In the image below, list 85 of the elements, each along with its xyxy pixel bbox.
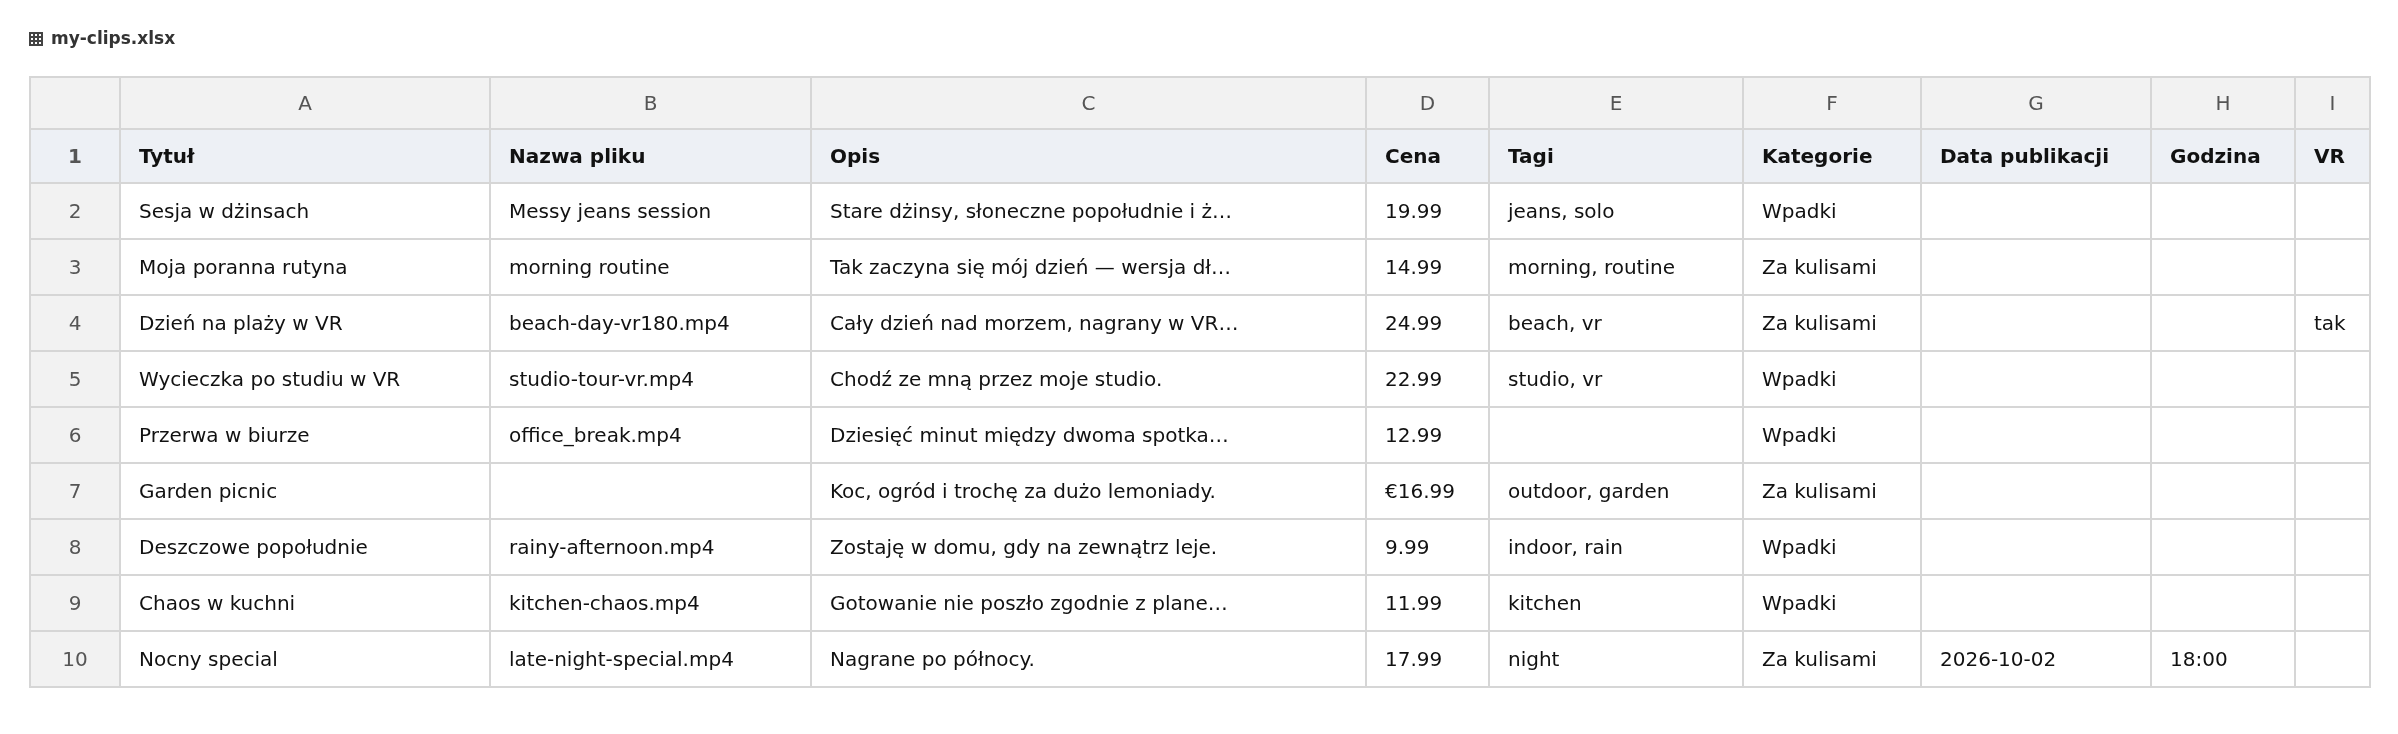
column-header[interactable]: B <box>490 76 811 129</box>
table-cell: rainy-afternoon.mp4 <box>490 518 811 575</box>
table-cell: Za kulisami <box>1743 294 1921 351</box>
header-cell: Kategorie <box>1743 128 1921 183</box>
header-cell: Nazwa pliku <box>490 128 811 183</box>
column-header[interactable]: I <box>2295 76 2370 129</box>
header-cell: Tytuł <box>120 128 490 183</box>
table-cell: tak <box>2295 294 2370 351</box>
row-number[interactable]: 1 <box>30 128 120 183</box>
table-cell: 12.99 <box>1366 406 1489 463</box>
table-cell: Deszczowe popołudnie <box>120 518 490 575</box>
table-cell: Za kulisami <box>1743 238 1921 295</box>
header-cell: Tagi <box>1489 128 1743 183</box>
table-cell: Chodź ze mną przez moje studio. <box>811 350 1366 407</box>
table-cell: late-night-special.mp4 <box>490 630 811 687</box>
table-cell: beach-day-vr180.mp4 <box>490 294 811 351</box>
column-header[interactable]: D <box>1366 76 1489 129</box>
table-cell: 17.99 <box>1366 630 1489 687</box>
table-cell: Nocny special <box>120 630 490 687</box>
grid-icon <box>29 31 43 46</box>
table-cell: kitchen-chaos.mp4 <box>490 574 811 631</box>
table-cell: Cały dzień nad morzem, nagrany w VR… <box>811 294 1366 351</box>
table-cell: 24.99 <box>1366 294 1489 351</box>
table-cell: Za kulisami <box>1743 630 1921 687</box>
header-cell: Cena <box>1366 128 1489 183</box>
column-header[interactable]: A <box>120 76 490 129</box>
table-cell: indoor, rain <box>1489 518 1743 575</box>
column-header[interactable]: E <box>1489 76 1743 129</box>
table-cell: Wpadki <box>1743 406 1921 463</box>
table-cell: kitchen <box>1489 574 1743 631</box>
file-name: my-clips.xlsx <box>51 27 176 50</box>
table-cell: Za kulisami <box>1743 462 1921 519</box>
table-cell: 9.99 <box>1366 518 1489 575</box>
header-cell: VR <box>2295 128 2370 183</box>
table-cell: studio-tour-vr.mp4 <box>490 350 811 407</box>
table-cell: 22.99 <box>1366 350 1489 407</box>
table-cell: morning routine <box>490 238 811 295</box>
table-cell: jeans, solo <box>1489 182 1743 239</box>
table-cell: 19.99 <box>1366 182 1489 239</box>
table-cell: morning, routine <box>1489 238 1743 295</box>
header-cell: Godzina <box>2151 128 2295 183</box>
table-cell: Wpadki <box>1743 574 1921 631</box>
table-cell: Koc, ogród i trochę za dużo lemoniady. <box>811 462 1366 519</box>
table-cell: Zostaję w domu, gdy na zewnątrz leje. <box>811 518 1366 575</box>
header-cell: Opis <box>811 128 1366 183</box>
row-number[interactable]: 10 <box>30 630 120 687</box>
table-cell: Dziesięć minut między dwoma spotka… <box>811 406 1366 463</box>
table-cell: Stare dżinsy, słoneczne popołudnie i ż… <box>811 182 1366 239</box>
row-number[interactable]: 8 <box>30 518 120 575</box>
column-header[interactable]: G <box>1921 76 2151 129</box>
table-cell: office_break.mp4 <box>490 406 811 463</box>
table-cell: Chaos w kuchni <box>120 574 490 631</box>
table-cell: Wpadki <box>1743 518 1921 575</box>
row-number[interactable]: 3 <box>30 238 120 295</box>
table-cell: 14.99 <box>1366 238 1489 295</box>
column-header[interactable]: C <box>811 76 1366 129</box>
table-cell: Nagrane po północy. <box>811 630 1366 687</box>
column-header[interactable]: H <box>2151 76 2295 129</box>
table-cell: Sesja w dżinsach <box>120 182 490 239</box>
table-cell: outdoor, garden <box>1489 462 1743 519</box>
table-cell: Moja poranna rutyna <box>120 238 490 295</box>
row-number[interactable]: 9 <box>30 574 120 631</box>
row-number[interactable]: 4 <box>30 294 120 351</box>
column-header[interactable]: F <box>1743 76 1921 129</box>
table-cell: €16.99 <box>1366 462 1489 519</box>
row-number[interactable]: 2 <box>30 182 120 239</box>
table-cell: Dzień na plaży w VR <box>120 294 490 351</box>
table-cell: 2026-10-02 <box>1921 630 2151 687</box>
table-cell: Tak zaczyna się mój dzień — wersja dł… <box>811 238 1366 295</box>
table-cell: beach, vr <box>1489 294 1743 351</box>
table-cell: 18:00 <box>2151 630 2295 687</box>
table-cell: Wycieczka po studiu w VR <box>120 350 490 407</box>
table-cell: Wpadki <box>1743 182 1921 239</box>
table-cell: Wpadki <box>1743 350 1921 407</box>
row-number[interactable]: 7 <box>30 462 120 519</box>
table-cell: Przerwa w biurze <box>120 406 490 463</box>
table-cell: Gotowanie nie poszło zgodnie z plane… <box>811 574 1366 631</box>
table-cell: Garden picnic <box>120 462 490 519</box>
table-cell: 11.99 <box>1366 574 1489 631</box>
row-number[interactable]: 5 <box>30 350 120 407</box>
table-cell: studio, vr <box>1489 350 1743 407</box>
header-cell: Data publikacji <box>1921 128 2151 183</box>
row-number[interactable]: 6 <box>30 406 120 463</box>
table-cell: night <box>1489 630 1743 687</box>
table-cell: Messy jeans session <box>490 182 811 239</box>
